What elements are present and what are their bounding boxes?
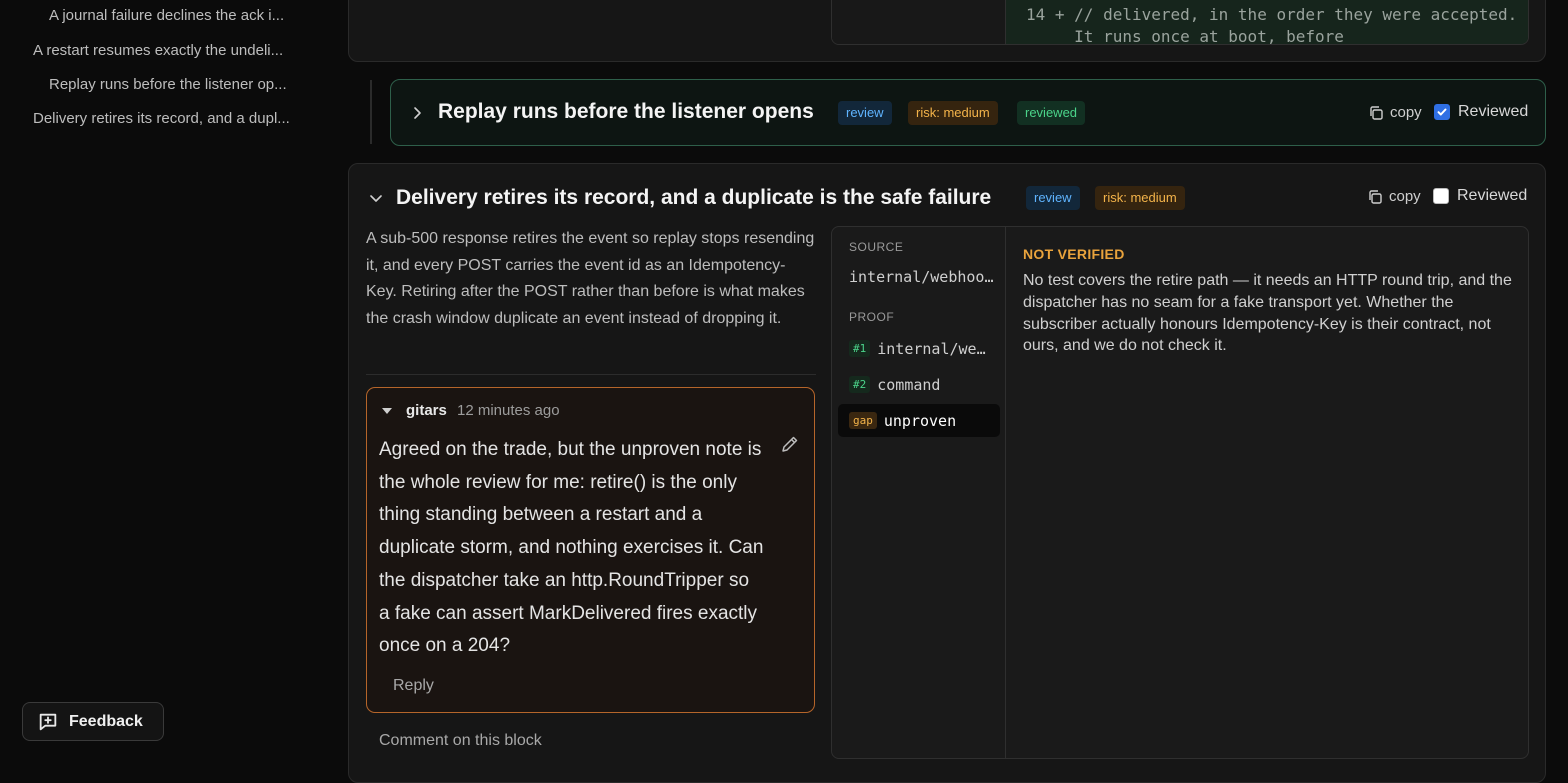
evidence-panel: SOURCE internal/webhooks PROOF #1 intern… bbox=[831, 226, 1529, 759]
source-link[interactable]: internal/webhooks bbox=[849, 268, 995, 286]
diff-line: 14 + // delivered, in the order they wer… bbox=[1026, 5, 1518, 24]
comment-on-block-button[interactable]: Comment on this block bbox=[379, 732, 542, 750]
copy-label: copy bbox=[1389, 188, 1421, 205]
reviewed-checkbox[interactable]: Reviewed bbox=[1434, 103, 1528, 121]
status-title: NOT VERIFIED bbox=[1023, 246, 1125, 262]
proof-text: internal/webhooks bbox=[877, 339, 989, 358]
diff-gutter bbox=[832, 0, 1006, 44]
proof-label: PROOF bbox=[849, 310, 895, 324]
badge-review: review bbox=[1026, 186, 1080, 210]
diff-line: It runs once at boot, before bbox=[1026, 27, 1344, 45]
main-content: 14 + // delivered, in the order they wer… bbox=[336, 0, 1568, 783]
gap-tag: gap bbox=[849, 412, 877, 429]
nesting-rule bbox=[370, 80, 372, 144]
block-replay-runs: Replay runs before the listener opens re… bbox=[390, 79, 1546, 146]
copy-button[interactable]: copy bbox=[1368, 104, 1422, 121]
source-label: SOURCE bbox=[849, 240, 904, 254]
proof-item[interactable]: #2 command bbox=[838, 368, 1000, 401]
comment-timestamp: 12 minutes ago bbox=[457, 402, 560, 419]
comment-body: Agreed on the trade, but the unproven no… bbox=[379, 439, 764, 657]
badge-risk: risk: medium bbox=[908, 101, 998, 125]
proof-item[interactable]: #1 internal/webhooks bbox=[838, 332, 1000, 365]
evidence-detail: NOT VERIFIED No test covers the retire p… bbox=[1023, 246, 1515, 357]
copy-label: copy bbox=[1390, 104, 1422, 121]
diff-view: 14 + // delivered, in the order they wer… bbox=[831, 0, 1529, 45]
comment-thread: gitars 12 minutes ago Agreed on the trad… bbox=[366, 387, 815, 713]
block-title[interactable]: Delivery retires its record, and a dupli… bbox=[396, 186, 991, 210]
feedback-button[interactable]: Feedback bbox=[22, 702, 164, 741]
sidebar-item-journal-failure[interactable]: A journal failure declines the ack i... bbox=[49, 7, 311, 24]
divider bbox=[366, 374, 816, 375]
reply-button[interactable]: Reply bbox=[393, 677, 434, 695]
block-delivery-retires: Delivery retires its record, and a dupli… bbox=[348, 163, 1546, 783]
copy-icon bbox=[1369, 189, 1382, 204]
chevron-right-icon[interactable] bbox=[410, 106, 424, 120]
proof-tag: #2 bbox=[849, 376, 871, 393]
proof-item-selected[interactable]: gap unproven bbox=[838, 404, 1000, 437]
block-summary: A sub-500 response retires the event so … bbox=[366, 230, 815, 327]
reviewed-checkbox[interactable]: Reviewed bbox=[1433, 187, 1527, 205]
caret-down-icon[interactable] bbox=[381, 407, 393, 415]
feedback-icon bbox=[39, 713, 57, 730]
feedback-label: Feedback bbox=[69, 712, 143, 730]
badge-reviewed: reviewed bbox=[1017, 101, 1086, 125]
proof-text: unproven bbox=[883, 411, 957, 430]
badge-review: review bbox=[838, 101, 892, 125]
comment-author: gitars bbox=[406, 402, 447, 419]
checkbox-checked[interactable] bbox=[1434, 104, 1450, 120]
copy-icon bbox=[1370, 105, 1383, 120]
status-body: No test covers the retire path — it need… bbox=[1023, 272, 1512, 355]
chevron-down-icon[interactable] bbox=[369, 191, 383, 205]
sidebar-item-delivery-retires[interactable]: Delivery retires its record, and a dupl.… bbox=[33, 110, 315, 127]
check-icon bbox=[1437, 108, 1447, 116]
badge-risk: risk: medium bbox=[1095, 186, 1185, 210]
checkbox-unchecked[interactable] bbox=[1433, 188, 1449, 204]
block-title[interactable]: Replay runs before the listener opens bbox=[438, 100, 814, 124]
sidebar-item-restart-resumes[interactable]: A restart resumes exactly the undeli... bbox=[33, 42, 311, 59]
proof-text: command bbox=[877, 375, 941, 394]
copy-button[interactable]: copy bbox=[1367, 188, 1421, 205]
evidence-nav: SOURCE internal/webhooks PROOF #1 intern… bbox=[832, 227, 1006, 758]
proof-tag: #1 bbox=[849, 340, 871, 357]
pencil-icon[interactable] bbox=[780, 434, 800, 454]
previous-block: 14 + // delivered, in the order they wer… bbox=[348, 0, 1546, 62]
reviewed-label: Reviewed bbox=[1457, 187, 1528, 204]
sidebar: A journal failure declines the ack i... … bbox=[0, 0, 336, 762]
sidebar-item-replay-runs[interactable]: Replay runs before the listener op... bbox=[49, 76, 311, 93]
reviewed-label: Reviewed bbox=[1458, 103, 1529, 120]
